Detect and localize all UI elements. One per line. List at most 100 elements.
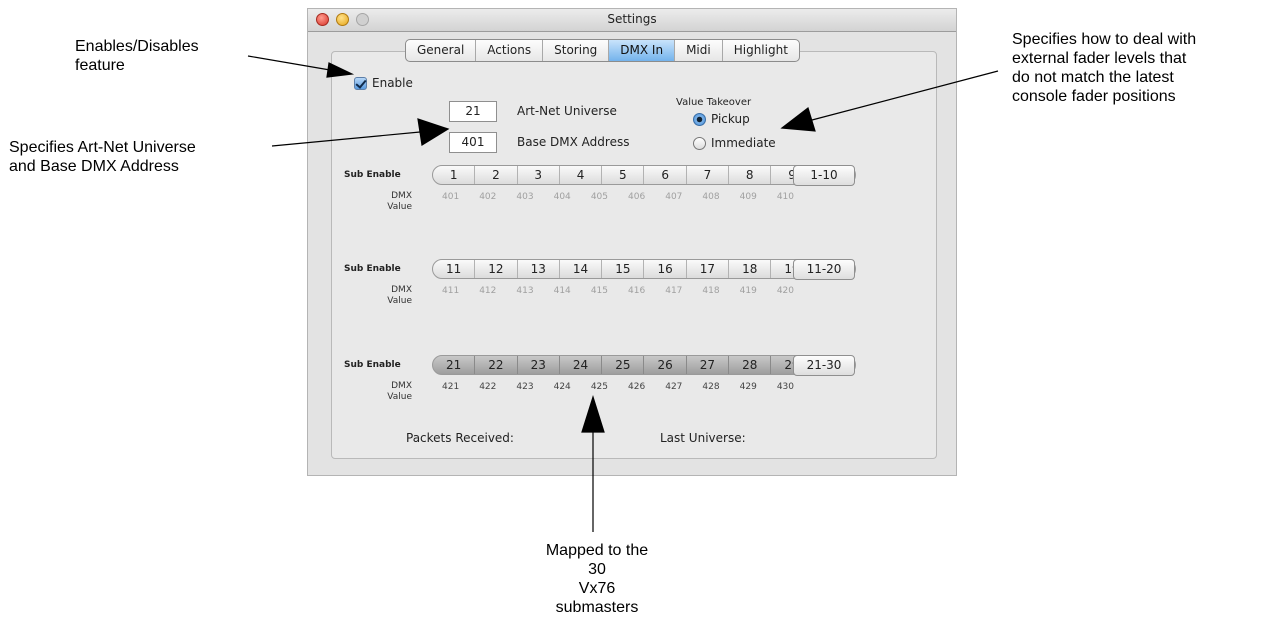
dmx-value: 425 (590, 382, 608, 392)
annotation-line: Mapped to the 30 (545, 542, 649, 578)
tab-midi[interactable]: Midi (675, 40, 723, 61)
annotation-artnet: Specifies Art-Net Universe and Base DMX … (9, 138, 196, 176)
tab-general[interactable]: General (406, 40, 477, 61)
dmx-value: 402 (479, 192, 497, 202)
annotation-line: Specifies Art-Net Universe (9, 139, 196, 156)
sub-toggle-14[interactable]: 14 (560, 260, 603, 278)
dmx-value: 407 (665, 192, 683, 202)
range-button-21-30[interactable]: 21-30 (793, 355, 855, 376)
immediate-label: Immediate (711, 136, 776, 150)
dmx-value: 404 (553, 192, 571, 202)
dmx-label: DMX (391, 285, 412, 295)
last-universe-label: Last Universe: (660, 431, 746, 445)
annotation-line: Vx76 submasters (555, 580, 639, 616)
tab-storing[interactable]: Storing (543, 40, 610, 61)
dmx-value: 417 (665, 286, 683, 296)
dmx-value: 412 (479, 286, 497, 296)
value-takeover-label: Value Takeover (676, 97, 752, 108)
dmx-value: 430 (776, 382, 795, 392)
dmx-value: 422 (479, 382, 497, 392)
sub-enable-label: Sub Enable (344, 360, 401, 370)
sub-toggle-16[interactable]: 16 (644, 260, 687, 278)
sub-toggle-13[interactable]: 13 (518, 260, 560, 278)
sub-toggle-18[interactable]: 18 (729, 260, 772, 278)
dmx-value: 414 (553, 286, 571, 296)
range-button-1-10[interactable]: 1-10 (793, 165, 855, 186)
annotation-line: Specifies how to deal with (1012, 31, 1197, 48)
settings-window: Settings General Actions Storing DMX In … (307, 8, 957, 476)
sub-toggle-28[interactable]: 28 (729, 356, 772, 374)
dmx-value: 401 (442, 192, 460, 202)
annotation-line: external fader levels that (1012, 50, 1187, 67)
sub-toggle-25[interactable]: 25 (602, 356, 645, 374)
dmx-value-label: DMX Value (372, 191, 412, 213)
dmx-value: 408 (702, 192, 720, 202)
sub-toggle-11[interactable]: 11 (433, 260, 476, 278)
sub-toggle-12[interactable]: 12 (475, 260, 518, 278)
dmx-value: 429 (739, 382, 757, 392)
sub-toggle-7[interactable]: 7 (687, 166, 730, 184)
sub-toggle-3[interactable]: 3 (518, 166, 560, 184)
annotation-submasters: Mapped to the 30 Vx76 submasters (538, 541, 656, 617)
range-button-11-20[interactable]: 11-20 (793, 259, 855, 280)
dmx-label: DMX (391, 381, 412, 391)
value-label: Value (387, 296, 412, 306)
tab-highlight[interactable]: Highlight (723, 40, 799, 61)
dmx-value: 411 (442, 286, 460, 296)
dmx-value: 426 (628, 382, 646, 392)
sub-toggle-6[interactable]: 6 (644, 166, 687, 184)
pickup-radio[interactable] (693, 113, 706, 126)
art-net-universe-field[interactable]: 21 (449, 101, 497, 122)
base-dmx-address-label: Base DMX Address (517, 135, 630, 149)
sub-toggle-5[interactable]: 5 (602, 166, 645, 184)
dmx-value: 421 (442, 382, 460, 392)
dmx-value: 424 (553, 382, 571, 392)
sub-toggle-17[interactable]: 17 (687, 260, 730, 278)
dmx-values-row-1: 401 402 403 404 405 406 407 408 409 410 (432, 192, 804, 202)
dmx-value: 410 (776, 192, 795, 202)
base-dmx-address-field[interactable]: 401 (449, 132, 497, 153)
dmx-value: 420 (776, 286, 795, 296)
sub-toggle-2[interactable]: 2 (475, 166, 518, 184)
pickup-label: Pickup (711, 112, 750, 126)
window-title: Settings (607, 12, 657, 26)
dmx-value: 413 (516, 286, 534, 296)
title-bar[interactable]: Settings (308, 9, 956, 32)
art-net-universe-label: Art-Net Universe (517, 104, 617, 118)
sub-enable-label: Sub Enable (344, 170, 401, 180)
sub-enable-label: Sub Enable (344, 264, 401, 274)
enable-checkbox[interactable] (354, 77, 367, 90)
tab-actions[interactable]: Actions (476, 40, 544, 61)
sub-toggle-8[interactable]: 8 (729, 166, 772, 184)
annotation-line: feature (75, 57, 125, 74)
sub-toggle-27[interactable]: 27 (687, 356, 730, 374)
sub-toggle-23[interactable]: 23 (518, 356, 560, 374)
dmx-value: 428 (702, 382, 720, 392)
sub-toggle-15[interactable]: 15 (602, 260, 645, 278)
dmx-value: 416 (628, 286, 646, 296)
sub-toggle-21[interactable]: 21 (433, 356, 476, 374)
sub-toggle-4[interactable]: 4 (560, 166, 603, 184)
immediate-radio[interactable] (693, 137, 706, 150)
annotation-enable: Enables/Disables feature (75, 37, 199, 75)
sub-toggle-22[interactable]: 22 (475, 356, 518, 374)
dmx-value: 405 (590, 192, 608, 202)
annotation-line: Enables/Disables (75, 38, 199, 55)
sub-toggle-26[interactable]: 26 (644, 356, 687, 374)
dmx-value: 406 (628, 192, 646, 202)
annotation-line: do not match the latest (1012, 69, 1174, 86)
annotation-fader: Specifies how to deal with external fade… (1012, 30, 1196, 106)
sub-toggle-1[interactable]: 1 (433, 166, 476, 184)
tab-dmx-in[interactable]: DMX In (609, 40, 676, 61)
packets-received-label: Packets Received: (406, 431, 514, 445)
dmx-value: 423 (516, 382, 534, 392)
dmx-values-row-3: 421 422 423 424 425 426 427 428 429 430 (432, 382, 804, 392)
dmx-value: 418 (702, 286, 720, 296)
dmx-value-label: DMX Value (372, 285, 412, 307)
dmx-value: 415 (590, 286, 608, 296)
dmx-values-row-2: 411 412 413 414 415 416 417 418 419 420 (432, 286, 804, 296)
sub-toggle-24[interactable]: 24 (560, 356, 603, 374)
dmx-value-label: DMX Value (372, 381, 412, 403)
value-label: Value (387, 202, 412, 212)
dmx-value: 403 (516, 192, 534, 202)
